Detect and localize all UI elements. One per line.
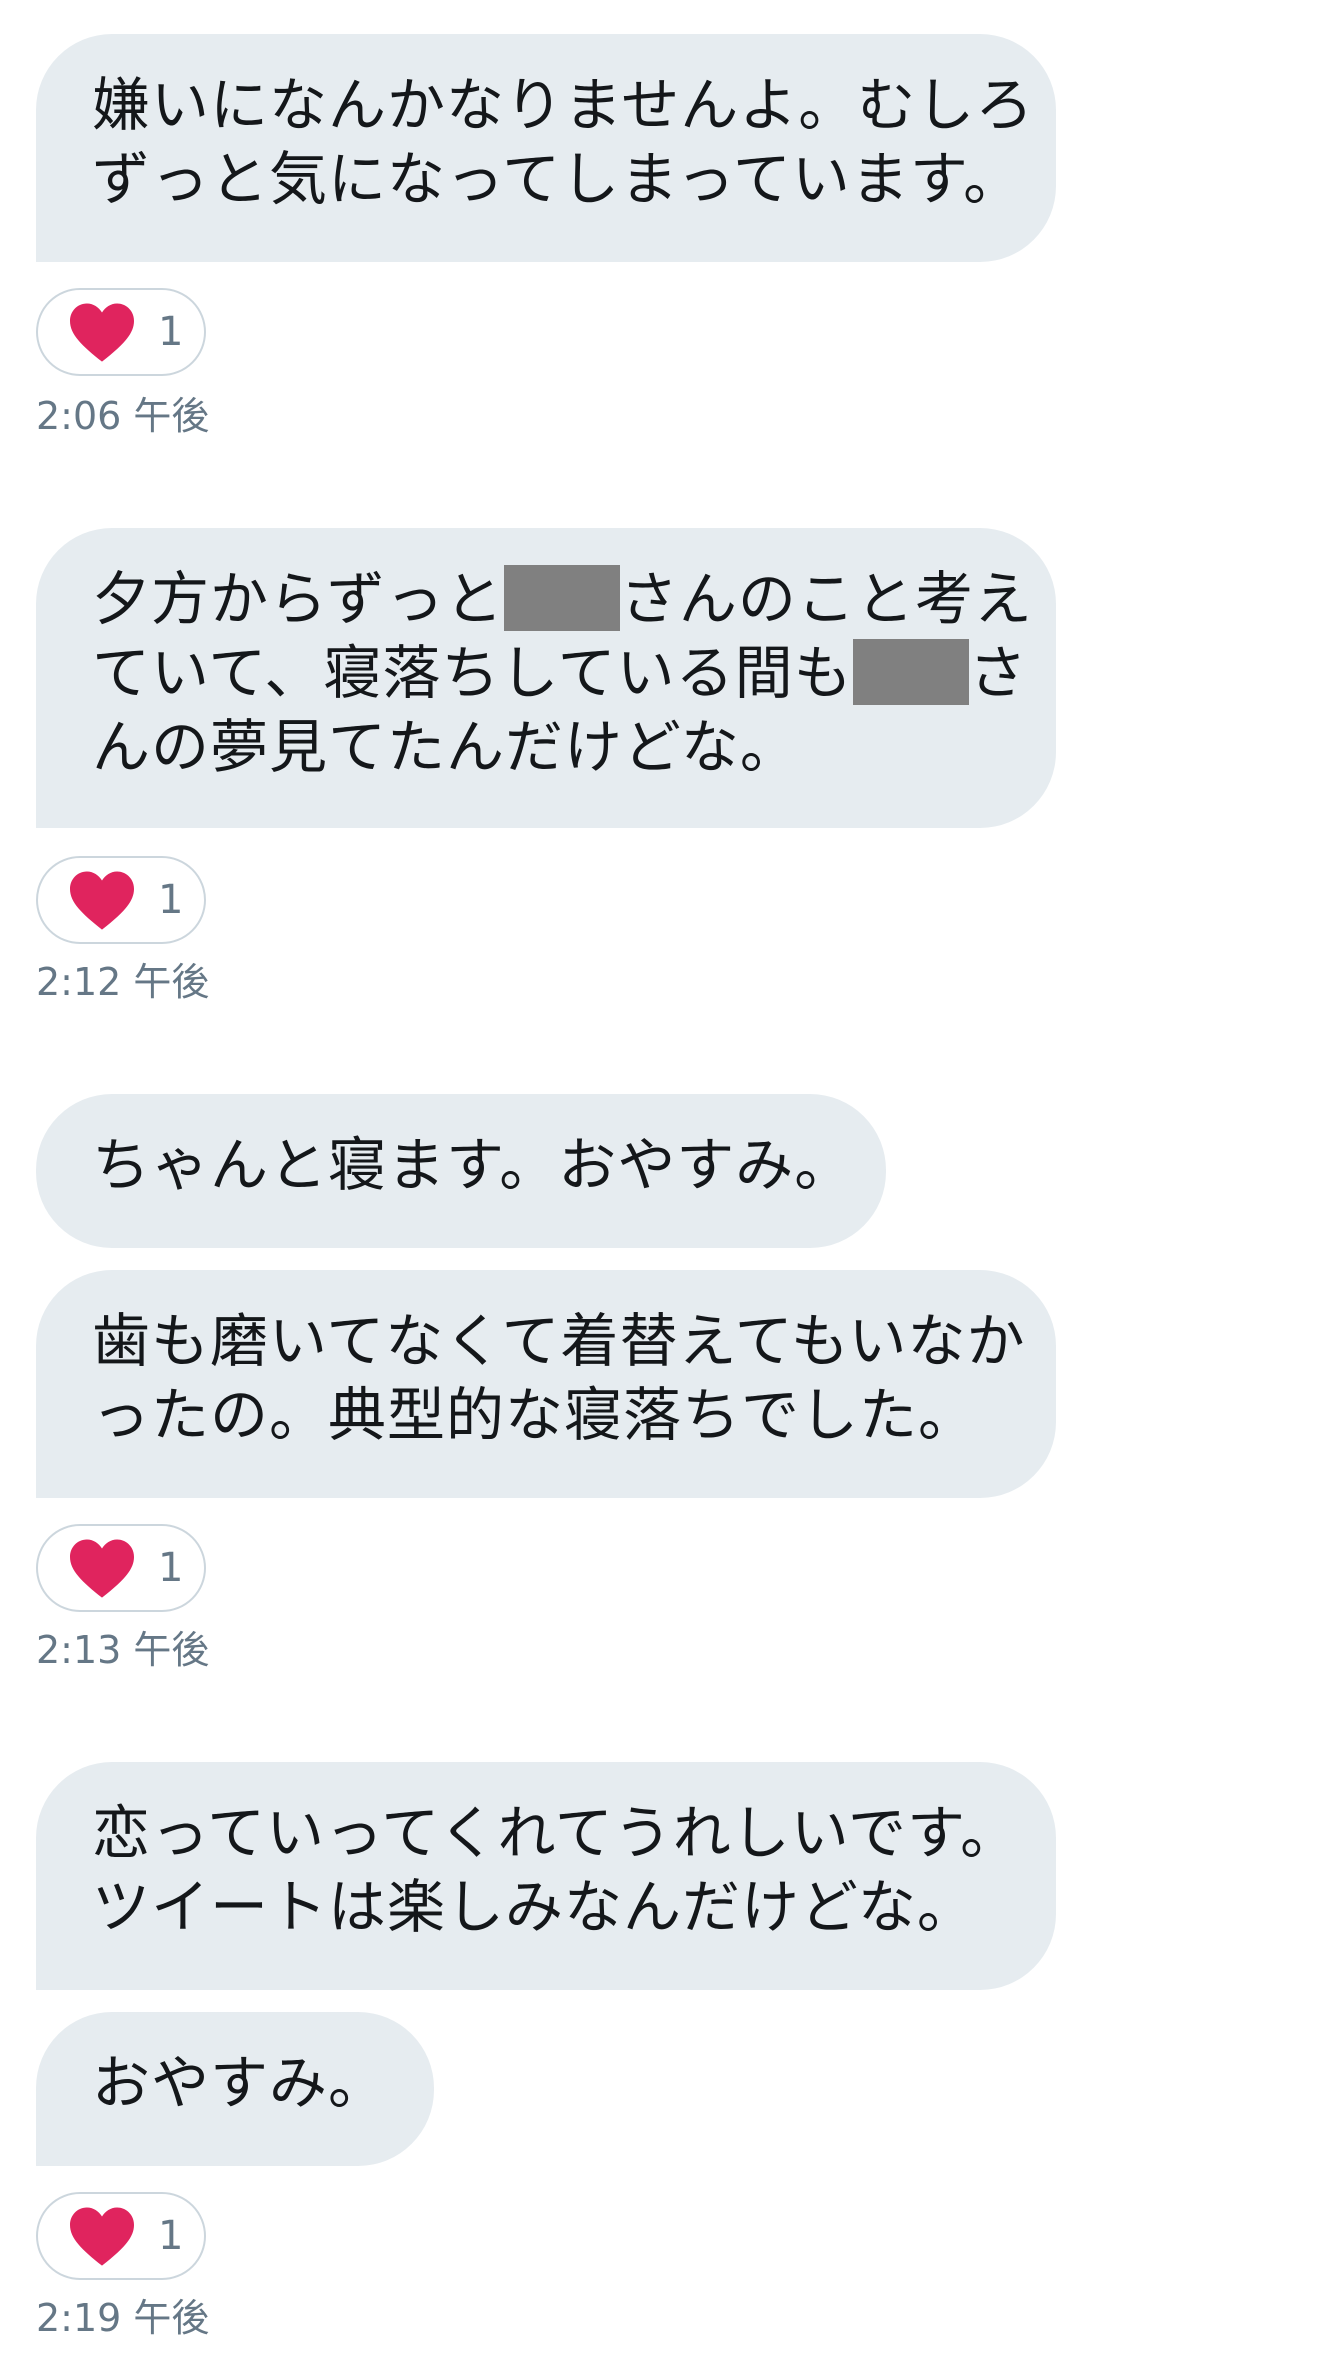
like-count: 1 [158,877,184,923]
like-reaction-button[interactable]: 1 [36,288,206,376]
heart-icon [70,303,134,362]
like-reaction-button[interactable]: 1 [36,1524,206,1612]
redacted-name [852,639,969,705]
message-timestamp: 2:12 午後 [36,960,210,1004]
message-text: ていて、寝落ちしている間も [92,639,853,707]
message-timestamp: 2:13 午後 [36,1628,210,1672]
message-text: 恋っていってくれてうれしいです。 [92,1799,1020,1867]
redacted-name [503,565,620,631]
like-reaction-button[interactable]: 1 [36,856,206,944]
like-count: 1 [158,1545,184,1591]
message-text: んの夢見てたんだけどな。 [92,713,799,781]
message-text: 嫌いになんかなりませんよ。むしろ [92,71,1035,139]
message-bubble[interactable]: 嫌いになんかなりませんよ。むしろ ずっと気になってしまっています。 [36,34,1056,262]
heart-icon [70,871,134,930]
message-text: 歯も磨いてなくて着替えてもいなか [92,1307,1026,1375]
message-text: おやすみ。 [92,2049,388,2117]
message-timestamp: 2:19 午後 [36,2296,210,2340]
message-text: ツイートは楽しみなんだけどな。 [92,1873,976,1941]
message-bubble[interactable]: おやすみ。 [36,2012,434,2166]
message-text: ったの。典型的な寝落ちでした。 [92,1381,978,1449]
message-text-line: 夕方からずっと さんのこと考え [92,562,1032,636]
like-count: 1 [158,309,184,355]
message-text: ずっと気になってしまっています。 [92,145,1023,213]
message-bubble[interactable]: 夕方からずっと さんのこと考え ていて、寝落ちしている間も さ んの夢見てたんだけど… [36,528,1056,828]
like-count: 1 [158,2213,184,2259]
message-text: さ [968,639,1028,707]
message-text: ちゃんと寝ます。おやすみ。 [92,1131,854,1199]
message-bubble[interactable]: ちゃんと寝ます。おやすみ。 [36,1094,886,1248]
message-bubble[interactable]: 恋っていってくれてうれしいです。 ツイートは楽しみなんだけどな。 [36,1762,1056,1990]
message-bubble[interactable]: 歯も磨いてなくて着替えてもいなか ったの。典型的な寝落ちでした。 [36,1270,1056,1498]
message-text-line: ていて、寝落ちしている間も さ [92,636,1027,710]
message-text: 夕方からずっと [92,565,504,633]
message-timestamp: 2:06 午後 [36,394,210,438]
message-text: さんのこと考え [619,565,1033,633]
heart-icon [70,1539,134,1598]
like-reaction-button[interactable]: 1 [36,2192,206,2280]
heart-icon [70,2207,134,2266]
